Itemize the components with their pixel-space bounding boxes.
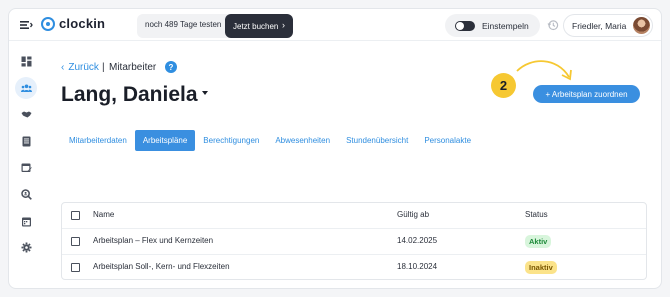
sidebar-item-handshake[interactable] [15,103,37,125]
buy-now-button[interactable]: Jetzt buchen › [225,14,293,38]
status-badge: Inaktiv [525,261,557,274]
tab-work-plans[interactable]: Arbeitspläne [134,130,196,151]
column-header-valid-from[interactable]: Gültig ab [397,210,429,219]
assign-work-plan-label: + Arbeitsplan zuordnen [545,89,628,99]
status-badge: Aktiv [525,235,552,248]
trial-banner: noch 489 Tage testen Jetzt buchen › [137,14,293,38]
clock-in-label: Einstempeln [482,20,529,31]
help-icon[interactable]: ? [165,61,177,73]
trial-text: noch 489 Tage testen [145,20,222,29]
tab-absences[interactable]: Abwesenheiten [267,130,338,151]
gear-icon [21,242,31,252]
table-header-row: Name Gültig ab Status [62,203,646,229]
sidebar [9,42,42,288]
logo-icon [41,16,55,31]
logo-text: clockin [59,16,106,31]
calendar-edit-icon [21,163,32,172]
tab-hours-overview[interactable]: Stundenübersicht [338,130,416,151]
sidebar-item-documents[interactable] [15,130,37,152]
team-icon [20,84,32,92]
tab-personnel-file[interactable]: Personalakte [416,130,479,151]
sidebar-item-team[interactable] [15,77,37,99]
avatar [633,17,650,34]
breadcrumb-separator: | [102,62,105,73]
sidebar-item-calendar-edit[interactable] [15,156,37,178]
handshake-icon [21,111,31,117]
app-window: clockin noch 489 Tage testen Jetzt buche… [8,8,662,289]
chevron-right-icon: › [282,20,285,30]
column-header-name[interactable]: Name [93,210,114,219]
assign-work-plan-button[interactable]: + Arbeitsplan zuordnen [533,85,640,103]
row-checkbox[interactable] [71,263,80,272]
user-menu[interactable]: Friedler, Maria [563,14,653,37]
breadcrumb-current: Mitarbeiter [109,62,157,73]
select-all-checkbox[interactable] [71,211,80,220]
work-plans-table: Name Gültig ab Status Arbeitsplan – Flex… [61,202,647,280]
table-row[interactable]: Arbeitsplan Soll-, Kern- und Flexzeiten … [62,255,646,281]
back-link[interactable]: ‹ Zurück [61,62,99,73]
row-name[interactable]: Arbeitsplan Soll-, Kern- und Flexzeiten [93,262,230,271]
row-valid-from: 18.10.2024 [397,262,438,271]
table-row[interactable]: Arbeitsplan – Flex und Kernzeiten 14.02.… [62,229,646,255]
sidebar-item-dashboard[interactable] [15,50,37,72]
sidebar-item-calendar[interactable] [15,210,37,232]
back-label: Zurück [68,62,99,73]
toggle-switch[interactable] [455,20,475,31]
chevron-down-icon[interactable] [202,91,208,95]
row-checkbox[interactable] [71,237,80,246]
history-icon[interactable] [547,19,559,31]
top-bar: clockin noch 489 Tage testen Jetzt buche… [9,9,661,41]
calendar-icon [21,217,31,226]
user-name: Friedler, Maria [572,20,627,31]
logo[interactable]: clockin [41,16,105,31]
search-user-icon [20,188,32,200]
buy-now-label: Jetzt buchen [233,21,279,31]
chevron-left-icon: ‹ [61,62,65,73]
row-name[interactable]: Arbeitsplan – Flex und Kernzeiten [93,236,213,245]
page-title: Lang, Daniela [61,83,198,106]
menu-toggle-icon[interactable] [19,18,33,32]
column-header-status[interactable]: Status [525,210,548,219]
tab-employee-data[interactable]: Mitarbeiterdaten [61,130,135,151]
tab-bar: Mitarbeiterdaten Arbeitspläne Berechtigu… [61,130,479,151]
dashboard-icon [21,56,31,66]
clock-in-toggle[interactable]: Einstempeln [445,14,540,37]
sidebar-item-settings[interactable] [15,236,37,258]
row-valid-from: 14.02.2025 [397,236,438,245]
document-icon [22,136,30,146]
tab-permissions[interactable]: Berechtigungen [195,130,267,151]
sidebar-item-search-employee[interactable] [15,183,37,205]
